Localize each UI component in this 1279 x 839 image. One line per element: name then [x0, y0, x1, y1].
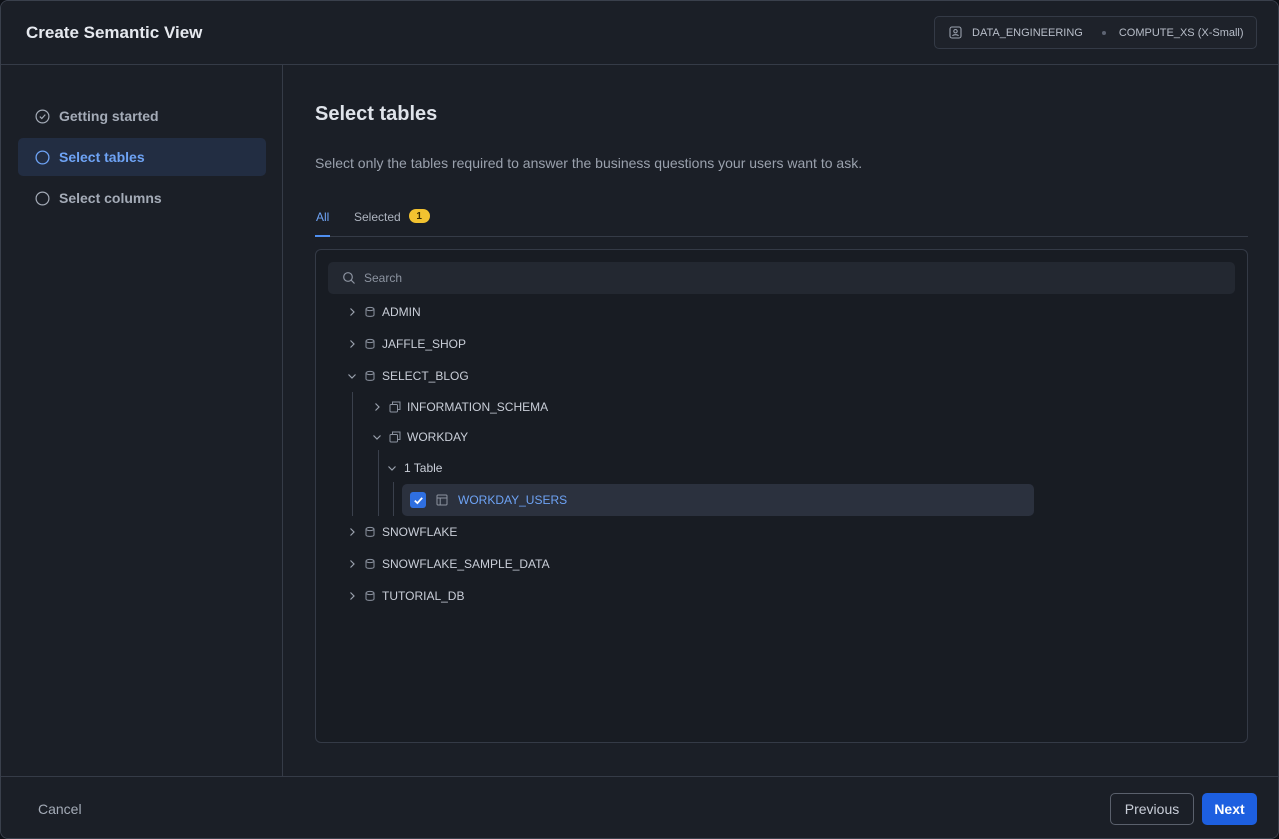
tree-guide — [378, 450, 379, 516]
database-icon — [364, 590, 376, 602]
database-icon — [364, 558, 376, 570]
tab-selected-label: Selected — [354, 210, 401, 224]
chevron-right-icon — [346, 526, 358, 538]
tab-selected[interactable]: Selected 1 — [354, 209, 430, 237]
node-label: WORKDAY_USERS — [458, 493, 568, 507]
tree-guide — [352, 392, 353, 516]
tree-node-snowflake[interactable]: SNOWFLAKE — [346, 522, 457, 542]
table-icon — [436, 494, 448, 506]
table-tree-panel: ADMIN JAFFLE_SHOP SELECT_BLOG INFORMATIO… — [315, 249, 1248, 743]
tree-guide — [393, 482, 394, 516]
step-label: Getting started — [59, 108, 159, 124]
node-label: INFORMATION_SCHEMA — [407, 400, 549, 414]
search-box[interactable] — [328, 262, 1235, 294]
circle-icon — [35, 149, 50, 165]
chevron-right-icon — [346, 338, 358, 350]
node-label: WORKDAY — [407, 430, 469, 444]
dialog-footer: Cancel Previous Next — [1, 776, 1278, 838]
node-label: TUTORIAL_DB — [382, 589, 465, 603]
step-select-tables[interactable]: Select tables — [18, 138, 266, 176]
tree-node-workday[interactable]: WORKDAY — [371, 427, 468, 447]
role-name: DATA_ENGINEERING — [972, 26, 1083, 39]
selected-count-badge: 1 — [408, 209, 430, 223]
context-selector[interactable]: DATA_ENGINEERING COMPUTE_XS (X-Small) — [934, 16, 1257, 49]
tab-bar: All Selected 1 — [315, 201, 1248, 237]
tree-node-tables-group[interactable]: 1 Table — [386, 458, 442, 478]
database-icon — [364, 526, 376, 538]
chevron-right-icon — [371, 401, 383, 413]
chevron-right-icon — [346, 306, 358, 318]
step-getting-started[interactable]: Getting started — [18, 97, 266, 135]
page-description: Select only the tables required to answe… — [315, 155, 863, 171]
tree-node-admin[interactable]: ADMIN — [346, 302, 421, 322]
chevron-down-icon — [386, 462, 398, 474]
tree-node-select-blog[interactable]: SELECT_BLOG — [346, 366, 469, 386]
check-circle-icon — [35, 108, 50, 124]
search-input[interactable] — [364, 271, 1164, 285]
database-icon — [364, 306, 376, 318]
schema-icon — [389, 431, 401, 443]
database-icon — [364, 370, 376, 382]
step-label: Select tables — [59, 149, 145, 165]
create-semantic-view-dialog: Create Semantic View DATA_ENGINEERING CO… — [0, 0, 1279, 839]
tree-node-workday-users[interactable]: WORKDAY_USERS — [402, 484, 1034, 516]
node-label: 1 Table — [404, 461, 443, 475]
next-button[interactable]: Next — [1202, 793, 1257, 825]
node-label: ADMIN — [382, 305, 421, 319]
circle-icon — [35, 190, 50, 206]
dialog-header: Create Semantic View DATA_ENGINEERING CO… — [1, 1, 1278, 65]
cancel-button[interactable]: Cancel — [38, 801, 82, 817]
database-icon — [364, 338, 376, 350]
steps-sidebar: Getting started Select tables Select col… — [1, 65, 283, 776]
chevron-right-icon — [346, 590, 358, 602]
node-label: JAFFLE_SHOP — [382, 337, 467, 351]
separator-dot — [1101, 30, 1106, 35]
tree-node-snowflake-sample-data[interactable]: SNOWFLAKE_SAMPLE_DATA — [346, 554, 550, 574]
dialog-title: Create Semantic View — [26, 23, 203, 42]
node-label: SNOWFLAKE_SAMPLE_DATA — [382, 557, 550, 571]
step-label: Select columns — [59, 190, 162, 206]
chevron-down-icon — [371, 431, 383, 443]
main-content: Select tables Select only the tables req… — [283, 65, 1278, 776]
tree-node-information-schema[interactable]: INFORMATION_SCHEMA — [371, 397, 548, 417]
tree-node-tutorial-db[interactable]: TUTORIAL_DB — [346, 586, 464, 606]
tree-node-jaffle-shop[interactable]: JAFFLE_SHOP — [346, 334, 466, 354]
table-checkbox[interactable] — [410, 492, 426, 508]
node-label: SNOWFLAKE — [382, 525, 458, 539]
page-title: Select tables — [315, 103, 438, 125]
role-icon — [949, 26, 962, 39]
schema-icon — [389, 401, 401, 413]
chevron-down-icon — [346, 370, 358, 382]
previous-button[interactable]: Previous — [1110, 793, 1194, 825]
node-label: SELECT_BLOG — [382, 369, 469, 383]
search-icon — [342, 271, 356, 285]
tab-all[interactable]: All — [315, 210, 331, 237]
step-select-columns[interactable]: Select columns — [18, 179, 266, 217]
warehouse-name: COMPUTE_XS (X-Small) — [1118, 26, 1244, 39]
chevron-right-icon — [346, 558, 358, 570]
checkmark-icon — [413, 496, 423, 504]
